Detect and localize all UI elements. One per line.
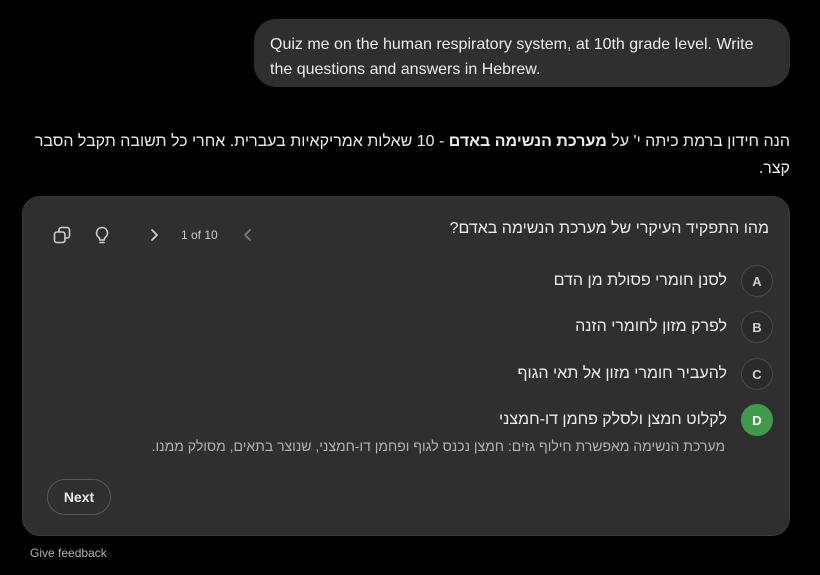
question-text: מהו התפקיד העיקרי של מערכת הנשימה באדם? [449, 220, 769, 237]
question-counter: 1 of 10 [181, 228, 218, 242]
option-b[interactable]: B לפרק מזון לחומרי הזנה [575, 310, 773, 344]
option-a[interactable]: A לסנן חומרי פסולת מן הדם [554, 264, 773, 298]
copy-button[interactable] [51, 224, 73, 246]
quiz-card: 1 of 10 מהו התפקיד העיקרי של מערכת הנשימ… [22, 196, 790, 536]
answer-explanation: מערכת הנשימה מאפשרת חילוף גזים: חמצן נכנ… [151, 438, 725, 454]
assistant-message: הנה חידון ברמת כיתה י' על מערכת הנשימה ב… [30, 128, 790, 182]
option-c[interactable]: C להעביר חומרי מזון אל תאי הגוף [518, 357, 773, 391]
option-badge: C [741, 358, 773, 390]
option-badge-correct: D [741, 404, 773, 436]
give-feedback-link[interactable]: Give feedback [30, 546, 107, 560]
assistant-intro-bold: מערכת הנשימה באדם [448, 133, 607, 150]
previous-question-arrow[interactable] [238, 224, 258, 246]
hint-button[interactable] [91, 224, 113, 246]
option-d[interactable]: D לקלוט חמצן ולסלק פחמן דו-חמצני [499, 403, 773, 437]
chevron-left-icon [244, 229, 251, 241]
user-message-bubble: Quiz me on the human respiratory system,… [254, 19, 790, 87]
assistant-intro-before: הנה חידון ברמת כיתה י' על [606, 133, 790, 150]
option-text: לסנן חומרי פסולת מן הדם [553, 272, 727, 289]
lightbulb-icon [95, 226, 109, 244]
option-text: להעביר חומרי מזון אל תאי הגוף [517, 365, 727, 382]
next-button[interactable]: Next [47, 479, 111, 515]
user-message-text: Quiz me on the human respiratory system,… [270, 36, 754, 78]
option-badge: A [741, 265, 773, 297]
option-badge: B [741, 311, 773, 343]
next-question-arrow[interactable] [144, 224, 164, 246]
option-text: לפרק מזון לחומרי הזנה [575, 318, 727, 335]
option-text: לקלוט חמצן ולסלק פחמן דו-חמצני [499, 411, 727, 428]
copy-icon [53, 226, 71, 244]
chevron-right-icon [151, 229, 158, 241]
